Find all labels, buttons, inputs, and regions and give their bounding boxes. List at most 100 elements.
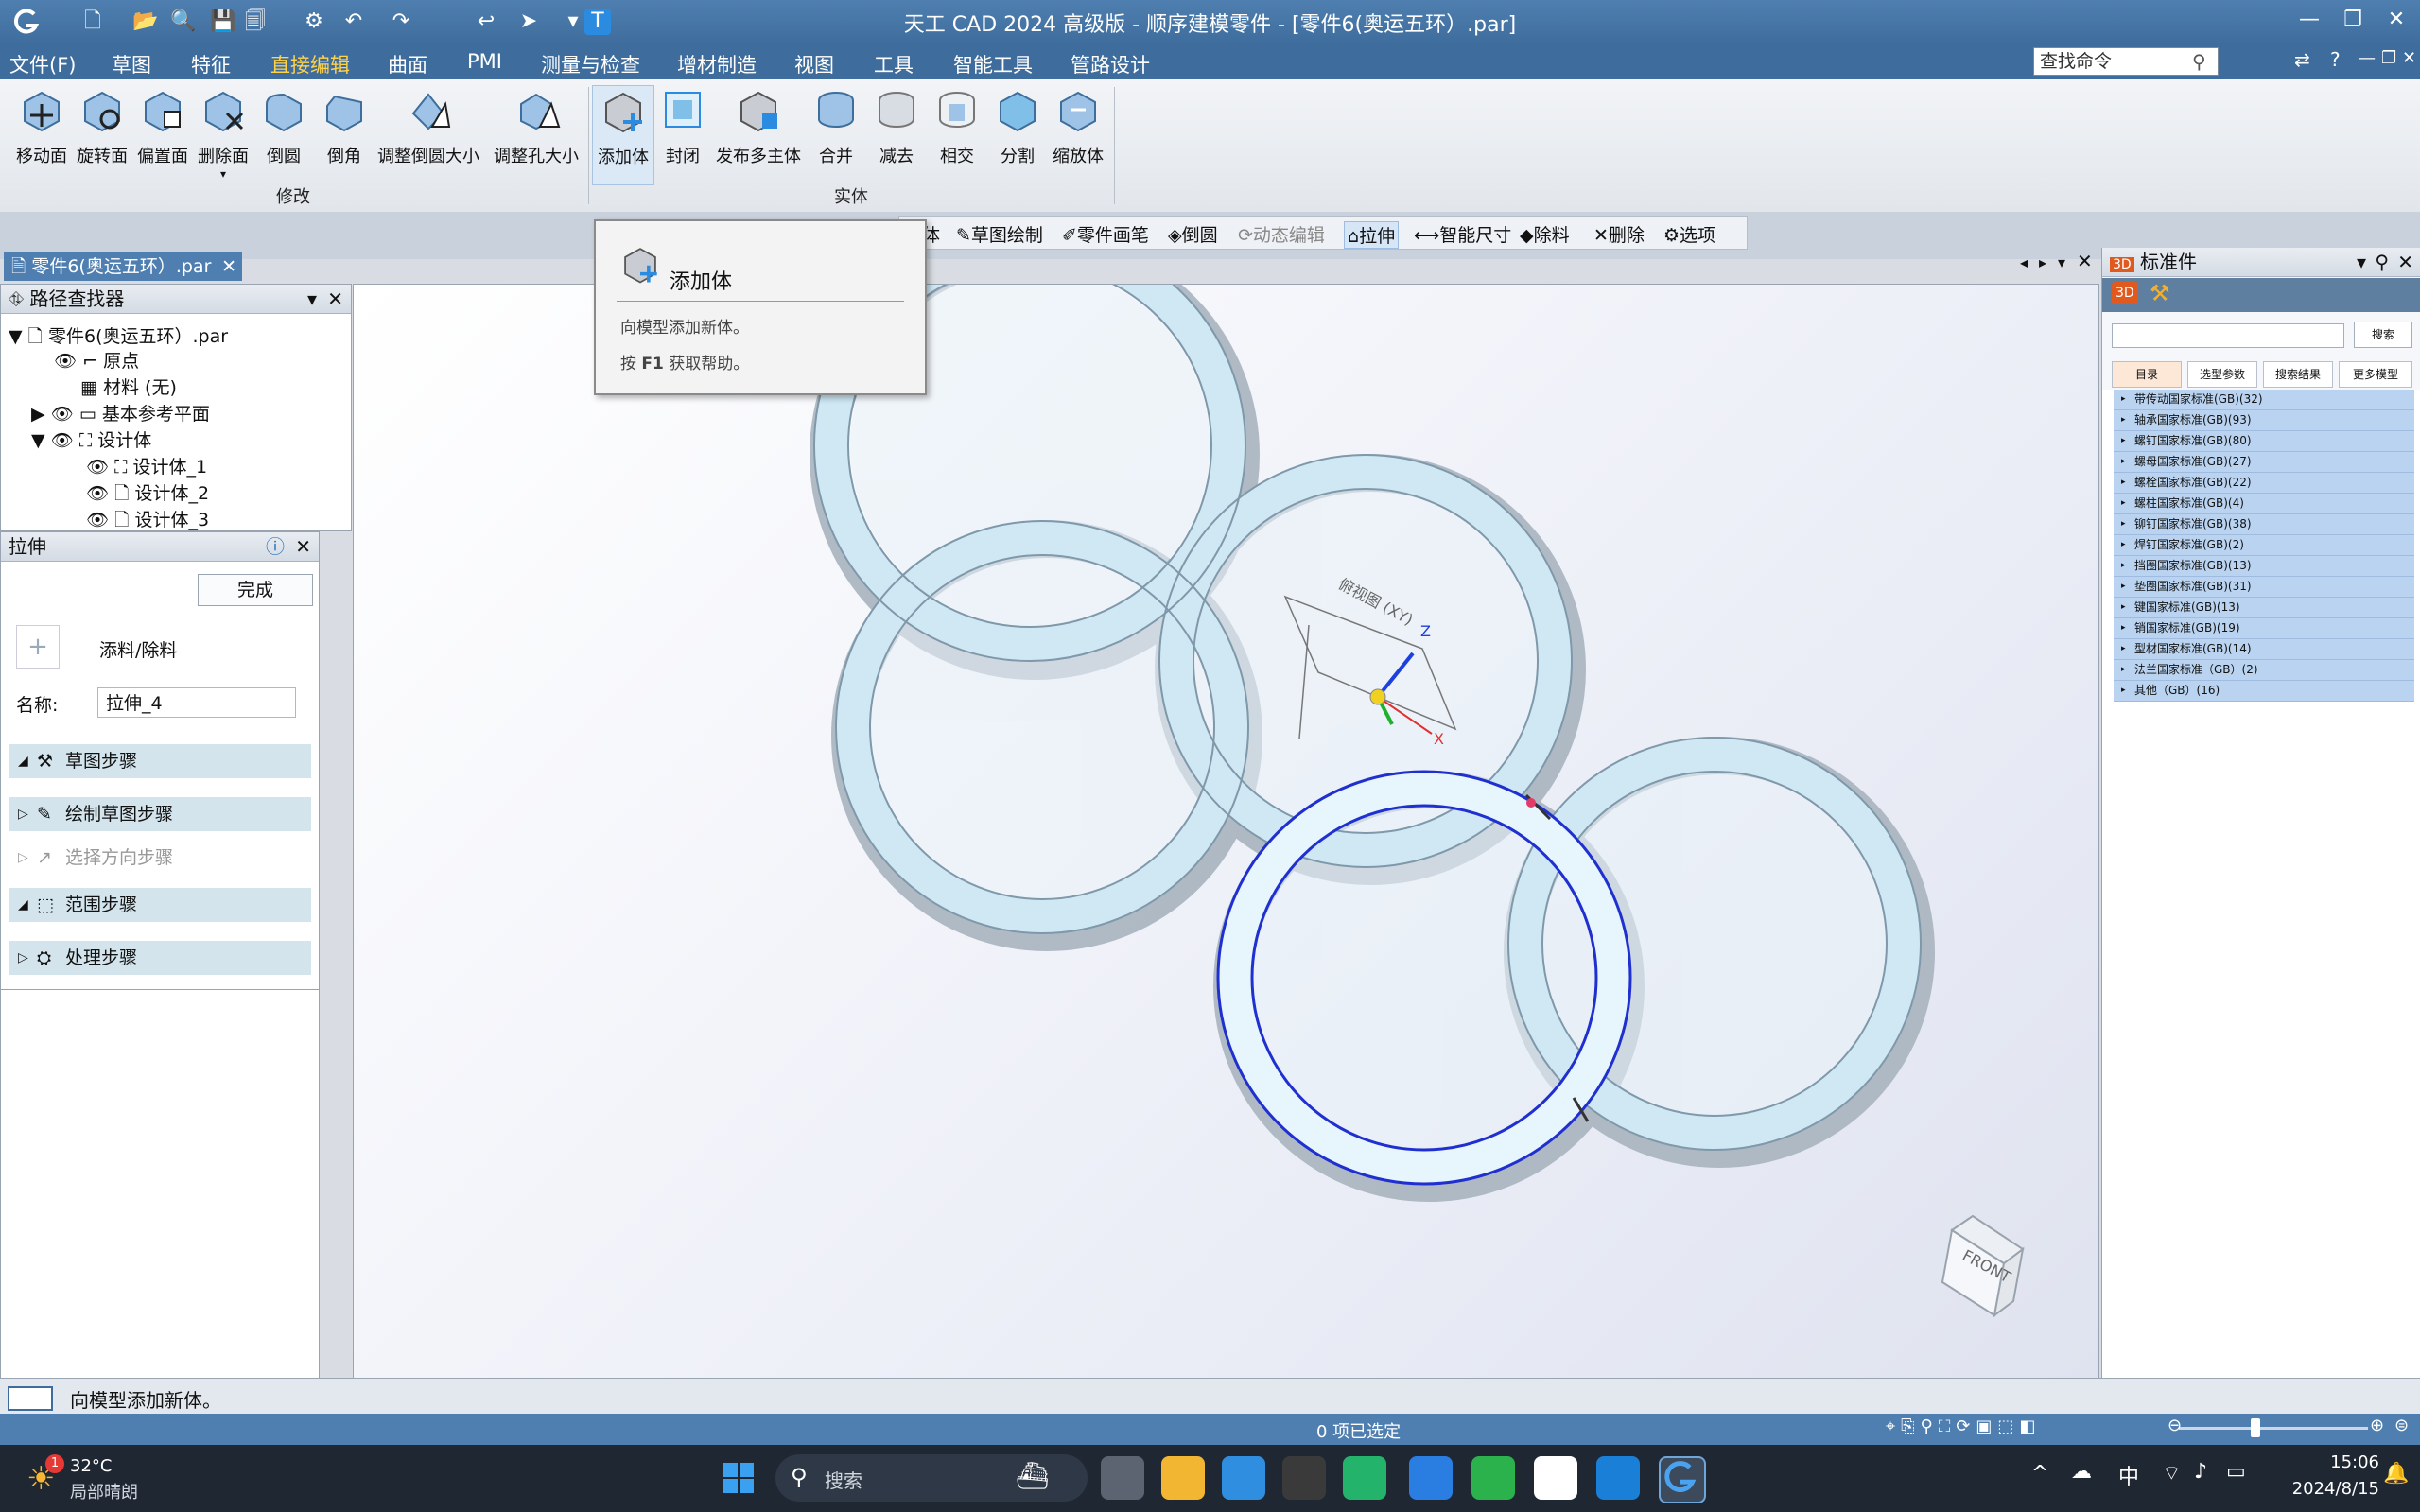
tab-scroll-right-icon[interactable]: ▸ bbox=[2039, 253, 2046, 271]
command-cutout[interactable]: ◆除料 bbox=[1520, 221, 1570, 247]
delete-face-button[interactable]: 删除面 ▾ bbox=[193, 85, 253, 181]
help-icon[interactable]: ? bbox=[2330, 48, 2341, 71]
add-remove-icon[interactable]: + bbox=[16, 625, 60, 669]
menu-file[interactable]: 文件(F) bbox=[9, 50, 76, 78]
list-item[interactable]: ▸ 轴承国家标准(GB)(93) bbox=[2114, 410, 2414, 431]
command-part-pen[interactable]: ✐零件画笔 bbox=[1062, 221, 1149, 247]
store-icon[interactable] bbox=[1222, 1456, 1265, 1500]
app-blue-icon[interactable] bbox=[1409, 1456, 1453, 1500]
library-search-input[interactable] bbox=[2112, 323, 2344, 348]
list-item[interactable]: ▸ 型材国家标准(GB)(14) bbox=[2114, 639, 2414, 660]
edge-icon[interactable] bbox=[1596, 1456, 1640, 1500]
app-green-icon[interactable] bbox=[1343, 1456, 1386, 1500]
list-item[interactable]: ▸ 螺钉国家标准(GB)(80) bbox=[2114, 431, 2414, 452]
close-tab-icon[interactable]: ✕ bbox=[221, 252, 236, 281]
zoom-slider[interactable] bbox=[2179, 1427, 2368, 1430]
zoom-in-icon[interactable]: ⊕ bbox=[2370, 1416, 2384, 1435]
add-body-button[interactable]: 添加体 bbox=[592, 85, 654, 185]
finish-button[interactable]: 完成 bbox=[198, 574, 313, 606]
clock-date[interactable]: 2024/8/15 bbox=[2270, 1479, 2379, 1499]
list-item[interactable]: ▸ 挡圈国家标准(GB)(13) bbox=[2114, 556, 2414, 577]
list-item[interactable]: ▸ 螺栓国家标准(GB)(22) bbox=[2114, 473, 2414, 494]
menu-surface[interactable]: 曲面 bbox=[388, 50, 427, 78]
list-item[interactable]: ▸ 焊钉国家标准(GB)(2) bbox=[2114, 535, 2414, 556]
round-button[interactable]: 倒圆 bbox=[253, 85, 314, 167]
wechat-icon[interactable] bbox=[1471, 1456, 1515, 1500]
model-canvas[interactable]: 俯视图 (XY) Z X FRONT bbox=[354, 285, 2098, 1379]
eye-icon[interactable]: 👁 bbox=[51, 404, 74, 425]
menu-view[interactable]: 视图 bbox=[794, 50, 834, 78]
search-icon[interactable]: ⚲ bbox=[2192, 50, 2206, 73]
tab-search-results[interactable]: 搜索结果 bbox=[2263, 361, 2333, 388]
resize-round-button[interactable]: 调整倒圆大小 bbox=[376, 85, 480, 167]
close-icon[interactable]: ✕ bbox=[2379, 8, 2413, 31]
menu-feature[interactable]: 特征 bbox=[191, 50, 231, 78]
close-body-button[interactable]: 封闭 bbox=[654, 85, 711, 167]
close-icon[interactable]: ✕ bbox=[327, 285, 343, 313]
eye-icon[interactable]: 👁 bbox=[54, 351, 77, 372]
command-extrude[interactable]: ⌂拉伸 bbox=[1344, 221, 1400, 249]
task-view-icon[interactable] bbox=[1101, 1456, 1144, 1500]
command-options[interactable]: ⚙选项 bbox=[1663, 221, 1715, 247]
close-icon[interactable]: ✕ bbox=[2397, 248, 2413, 276]
close-all-icon[interactable]: ✕ bbox=[2077, 250, 2093, 272]
command-dynamic-edit[interactable]: ⟳动态编辑 bbox=[1238, 221, 1325, 247]
rotate-face-button[interactable]: 旋转面 bbox=[72, 85, 132, 167]
tree-item-material[interactable]: ▦ 材料 (无) bbox=[80, 374, 177, 399]
publish-multibody-button[interactable]: 发布多主体 bbox=[713, 85, 804, 167]
ime-indicator[interactable]: 中 bbox=[2118, 1460, 2139, 1490]
chamfer-button[interactable]: 倒角 bbox=[314, 85, 374, 167]
menu-sketch[interactable]: 草图 bbox=[112, 50, 151, 78]
offset-face-button[interactable]: 偏置面 bbox=[132, 85, 193, 167]
close-icon[interactable]: ✕ bbox=[295, 532, 311, 561]
menu-piping[interactable]: 管路设计 bbox=[1071, 50, 1150, 78]
file-explorer-icon[interactable] bbox=[1161, 1456, 1205, 1500]
doc-minimize-icon[interactable]: — bbox=[2359, 48, 2376, 68]
tray-expand-icon[interactable]: ^ bbox=[2031, 1462, 2048, 1486]
list-item[interactable]: ▸ 键国家标准(GB)(13) bbox=[2114, 598, 2414, 618]
menu-direct-edit[interactable]: 直接编辑 bbox=[270, 50, 350, 83]
union-button[interactable]: 合并 bbox=[808, 85, 864, 167]
list-item[interactable]: ▸ 销国家标准(GB)(19) bbox=[2114, 618, 2414, 639]
list-item[interactable]: ▸ 垫圈国家标准(GB)(31) bbox=[2114, 577, 2414, 598]
step-sketch[interactable]: ◢ ⚒ 草图步骤 bbox=[9, 744, 311, 778]
tree-item-design-body[interactable]: ▼ 👁 ⛶ 设计体 bbox=[31, 426, 151, 452]
library-search-button[interactable]: 搜索 bbox=[2354, 322, 2412, 348]
menu-measure[interactable]: 测量与检查 bbox=[541, 50, 640, 78]
tree-item-body-1[interactable]: 👁 ⛶ 设计体_1 bbox=[86, 453, 207, 478]
restore-icon[interactable]: ❐ bbox=[2336, 8, 2370, 31]
menu-pmi[interactable]: PMI bbox=[467, 50, 502, 73]
dropdown-arrow-icon[interactable]: ▾ bbox=[193, 167, 253, 181]
list-item[interactable]: ▸ 螺母国家标准(GB)(27) bbox=[2114, 452, 2414, 473]
keyboard-icon[interactable] bbox=[8, 1386, 53, 1411]
menu-tools[interactable]: 工具 bbox=[874, 50, 914, 78]
command-sketch-draw[interactable]: ✎草图绘制 bbox=[956, 221, 1043, 247]
minimize-icon[interactable]: — bbox=[2292, 8, 2326, 31]
command-smart-dimension[interactable]: ⟷智能尺寸 bbox=[1414, 221, 1511, 247]
subtract-button[interactable]: 减去 bbox=[868, 85, 925, 167]
menu-smart-tools[interactable]: 智能工具 bbox=[953, 50, 1033, 78]
view-cube[interactable]: FRONT bbox=[1941, 1214, 2025, 1318]
list-item[interactable]: ▸ 其他（GB）(16) bbox=[2114, 681, 2414, 702]
app-cube-icon[interactable] bbox=[1282, 1456, 1326, 1500]
help-icon[interactable]: ⓘ bbox=[266, 532, 285, 561]
graphics-viewport[interactable]: 俯视图 (XY) Z X FRONT bbox=[353, 284, 2099, 1380]
hammer-icon[interactable]: ⚒ bbox=[2150, 280, 2170, 306]
panel-menu-icon[interactable]: ▾ bbox=[307, 285, 317, 313]
step-extent[interactable]: ◢ ⬚ 范围步骤 bbox=[9, 888, 311, 922]
notification-bell-icon[interactable]: 🔔 bbox=[2383, 1462, 2409, 1486]
intersect-button[interactable]: 相交 bbox=[929, 85, 985, 167]
onedrive-icon[interactable]: ☁ bbox=[2071, 1460, 2092, 1484]
scale-body-button[interactable]: 缩放体 bbox=[1048, 85, 1108, 167]
document-tab[interactable]: 🗎 零件6(奥运五环）.par ✕ bbox=[4, 252, 242, 281]
volume-icon[interactable]: ♪ bbox=[2194, 1460, 2207, 1484]
menu-additive[interactable]: 增材制造 bbox=[677, 50, 757, 78]
list-item[interactable]: ▸ 带传动国家标准(GB)(32) bbox=[2114, 390, 2414, 410]
triad-origin[interactable] bbox=[1369, 688, 1386, 705]
eye-icon[interactable]: 👁 bbox=[51, 430, 74, 451]
3d-library-icon[interactable]: 3D bbox=[2112, 282, 2138, 304]
qq-icon[interactable] bbox=[1534, 1456, 1577, 1500]
view-tools-icons[interactable]: ⌖⎘⚲⛶⟳▣⬚◧ bbox=[1886, 1416, 2041, 1436]
name-input[interactable]: 拉伸_4 bbox=[97, 687, 296, 718]
tiangong-cad-icon[interactable] bbox=[1659, 1456, 1706, 1503]
